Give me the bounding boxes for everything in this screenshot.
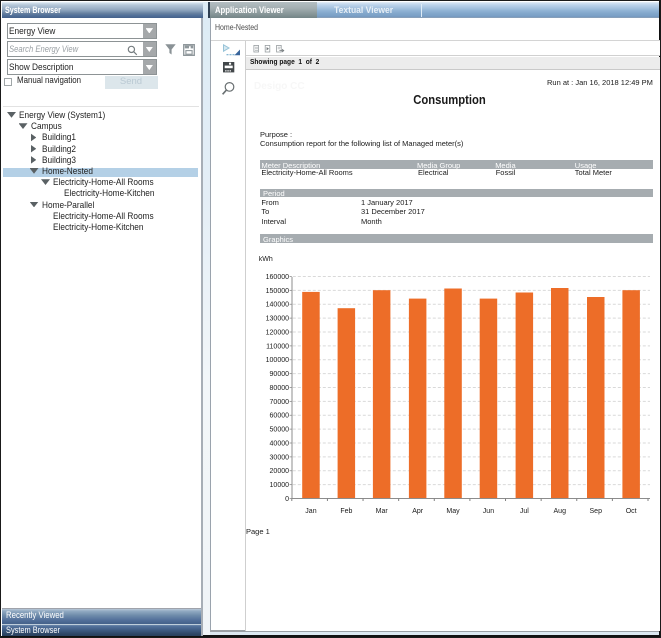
svg-text:130000: 130000 bbox=[266, 316, 289, 323]
svg-text:30000: 30000 bbox=[270, 454, 290, 461]
svg-text:10000: 10000 bbox=[270, 482, 290, 489]
svg-text:Sep: Sep bbox=[590, 508, 603, 515]
svg-text:100000: 100000 bbox=[266, 357, 289, 364]
svg-text:Jun: Jun bbox=[483, 508, 494, 515]
svg-text:Oct: Oct bbox=[626, 508, 637, 515]
svg-text:50000: 50000 bbox=[270, 427, 290, 434]
svg-text:60000: 60000 bbox=[270, 413, 290, 420]
svg-text:90000: 90000 bbox=[270, 371, 290, 378]
svg-text:Jan: Jan bbox=[305, 508, 316, 515]
svg-text:70000: 70000 bbox=[270, 399, 290, 406]
svg-text:120000: 120000 bbox=[266, 329, 289, 336]
svg-text:Apr: Apr bbox=[412, 508, 424, 515]
svg-text:40000: 40000 bbox=[270, 440, 290, 447]
svg-text:0: 0 bbox=[285, 496, 289, 503]
svg-text:Feb: Feb bbox=[340, 508, 352, 515]
svg-text:150000: 150000 bbox=[266, 288, 289, 295]
svg-text:160000: 160000 bbox=[266, 274, 289, 281]
svg-text:110000: 110000 bbox=[266, 343, 289, 350]
svg-text:80000: 80000 bbox=[270, 385, 290, 392]
svg-text:Mar: Mar bbox=[376, 508, 389, 515]
svg-text:Aug: Aug bbox=[554, 508, 567, 515]
svg-text:Jul: Jul bbox=[520, 508, 529, 515]
svg-text:20000: 20000 bbox=[270, 468, 290, 475]
svg-text:May: May bbox=[446, 508, 460, 515]
svg-text:140000: 140000 bbox=[266, 302, 289, 309]
